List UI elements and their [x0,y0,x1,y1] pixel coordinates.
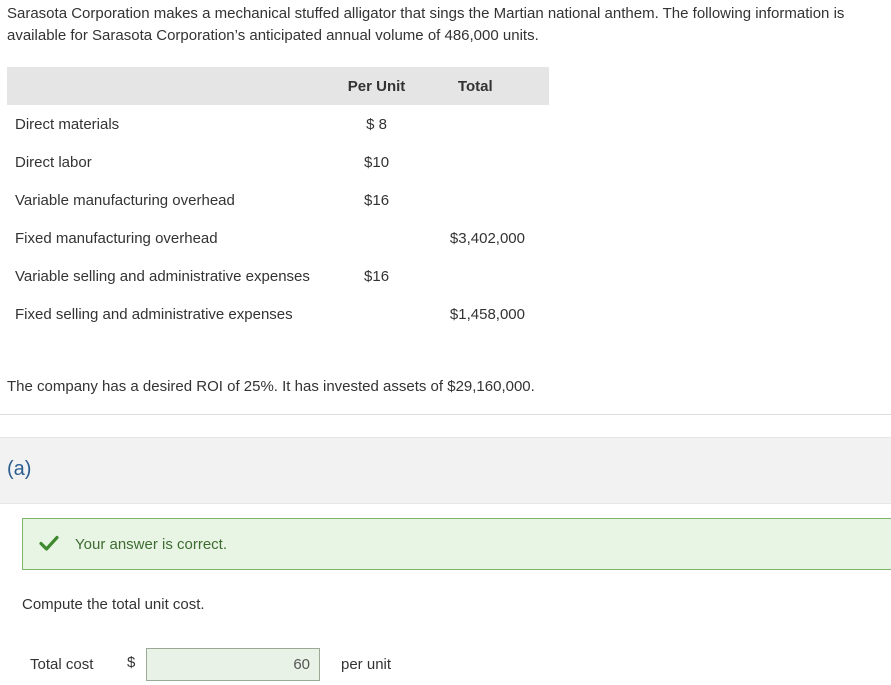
header-total: Total [457,77,493,95]
row-per-unit: $16 [364,191,390,209]
part-header: (a) [0,437,891,504]
table-row: Fixed selling and administrative expense… [7,295,549,333]
question-prompt: Compute the total unit cost. [22,596,205,613]
table-row: Direct labor $10 [7,143,549,181]
unit-label: per unit [341,656,392,673]
table-row: Fixed manufacturing overhead $3,402,000 [7,219,549,257]
row-label: Direct materials [15,115,120,133]
header-per-unit: Per Unit [347,77,406,95]
total-cost-input[interactable] [146,648,320,681]
row-per-unit: $16 [364,267,390,285]
answer-status-banner: Your answer is correct. [22,518,891,570]
header-label [7,67,328,105]
row-label: Fixed manufacturing overhead [15,229,218,247]
problem-intro: Sarasota Corporation makes a mechanical … [7,5,845,44]
table-row: Variable selling and administrative expe… [7,257,549,295]
row-per-unit [328,295,426,333]
row-per-unit: $ 8 [366,115,387,133]
section-divider [0,414,891,415]
row-per-unit: $10 [364,153,390,171]
roi-statement: The company has a desired ROI of 25%. It… [7,378,535,395]
currency-symbol: $ [127,654,136,671]
row-total: $3,402,000 [449,229,525,247]
status-text: Your answer is correct. [75,536,228,553]
row-per-unit [328,219,426,257]
row-label: Fixed selling and administrative expense… [15,305,293,323]
answer-row: Total cost $ per unit [30,648,430,682]
table-row: Direct materials $ 8 [7,105,549,143]
row-total [426,143,550,181]
table-header-row: Per Unit Total [7,67,549,105]
row-total [426,105,550,143]
check-icon [39,535,59,551]
row-label: Variable selling and administrative expe… [15,267,310,285]
row-total: $1,458,000 [449,305,525,323]
row-total [426,257,550,295]
row-label: Direct labor [15,153,92,171]
answer-label: Total cost [30,656,94,673]
table-row: Variable manufacturing overhead $16 [7,181,549,219]
row-label: Variable manufacturing overhead [15,191,235,209]
cost-table: Per Unit Total Direct materials $ 8 Dire… [7,67,549,333]
part-label: (a) [7,458,32,480]
row-total [426,181,550,219]
